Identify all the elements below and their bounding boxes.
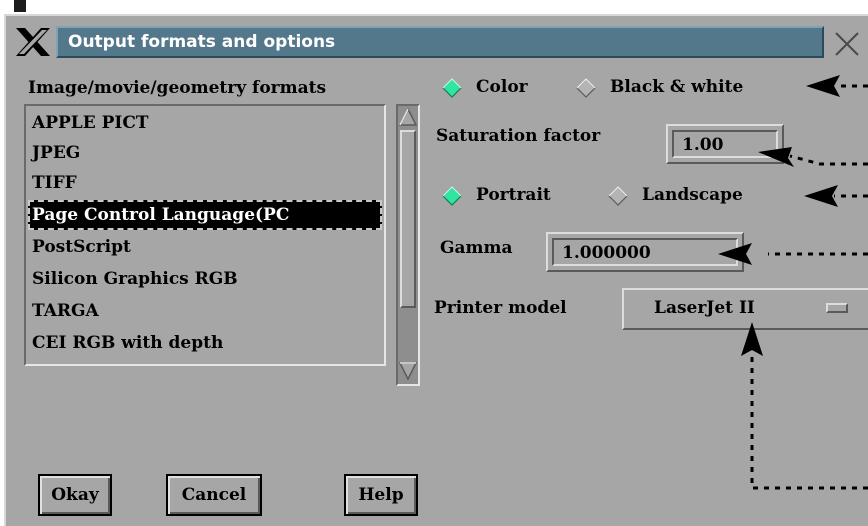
x-window-logo-icon[interactable]: [16, 28, 50, 56]
list-item[interactable]: TARGA: [32, 296, 99, 326]
top-strip: [0, 0, 868, 14]
formats-label: Image/movie/geometry formats: [28, 78, 327, 98]
gamma-label: Gamma: [440, 238, 513, 258]
formats-scrollbar[interactable]: [396, 104, 420, 386]
title-panel[interactable]: Output formats and options: [56, 26, 824, 58]
radio-unselected-icon[interactable]: [576, 78, 596, 98]
printer-model-dropdown[interactable]: LaserJet II: [622, 288, 868, 330]
portrait-radio-label[interactable]: Portrait: [476, 185, 551, 205]
radio-unselected-icon[interactable]: [608, 186, 628, 206]
cancel-button[interactable]: Cancel: [166, 474, 262, 516]
close-icon[interactable]: [832, 30, 862, 58]
okay-button[interactable]: Okay: [38, 474, 112, 516]
list-item[interactable]: APPLE PICT: [32, 108, 149, 138]
gamma-input[interactable]: 1.000000: [552, 238, 738, 266]
saturation-input[interactable]: 1.00: [672, 130, 778, 158]
dialog-window: Output formats and options Image/movie/g…: [4, 14, 868, 526]
option-menu-indicator-icon: [826, 303, 848, 313]
black-white-radio-label[interactable]: Black & white: [610, 77, 743, 97]
scroll-thumb[interactable]: [400, 130, 416, 308]
gamma-field[interactable]: 1.000000: [546, 232, 744, 272]
printer-model-value: LaserJet II: [654, 298, 755, 318]
scroll-up-arrow-icon[interactable]: [399, 108, 417, 126]
window-title: Output formats and options: [68, 32, 336, 52]
formats-list[interactable]: APPLE PICT JPEG TIFF Page Control Langua…: [24, 104, 386, 366]
list-item[interactable]: TIFF: [32, 168, 77, 198]
strip-mark: [14, 0, 26, 12]
list-item[interactable]: PostScript: [32, 232, 131, 262]
list-item[interactable]: CEI RGB with depth: [32, 328, 223, 358]
help-button[interactable]: Help: [344, 474, 418, 516]
color-radio-label[interactable]: Color: [476, 77, 528, 97]
radio-selected-icon[interactable]: [442, 186, 462, 206]
scroll-down-arrow-icon[interactable]: [399, 362, 417, 380]
list-item-selected[interactable]: Page Control Language(PC: [28, 200, 382, 230]
radio-selected-icon[interactable]: [442, 78, 462, 98]
saturation-label: Saturation factor: [436, 126, 601, 146]
printer-model-label: Printer model: [434, 298, 567, 318]
saturation-field[interactable]: 1.00: [666, 124, 784, 164]
list-item[interactable]: JPEG: [32, 138, 80, 168]
list-item[interactable]: Silicon Graphics RGB: [32, 264, 238, 294]
landscape-radio-label[interactable]: Landscape: [642, 185, 743, 205]
title-bar[interactable]: Output formats and options: [6, 16, 868, 62]
